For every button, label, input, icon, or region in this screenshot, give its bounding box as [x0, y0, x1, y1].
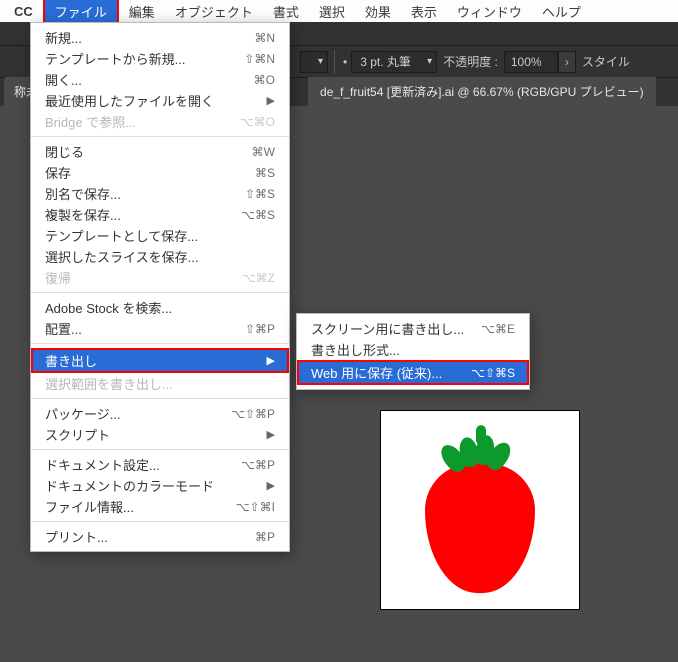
- file-menu-item[interactable]: 開く...⌘O: [31, 69, 289, 90]
- document-tab[interactable]: de_f_fruit54 [更新済み].ai @ 66.67% (RGB/GPU…: [308, 77, 656, 106]
- file-menu-item[interactable]: 複製を保存...⌥⌘S: [31, 204, 289, 225]
- export-menu-item[interactable]: 書き出し形式...: [297, 339, 529, 360]
- menu-item-label: スクリーン用に書き出し...: [311, 319, 481, 338]
- menu-item-label: 最近使用したファイルを開く: [45, 91, 261, 110]
- file-menu-item[interactable]: プリント...⌘P: [31, 526, 289, 547]
- menu-item-label: テンプレートとして保存...: [45, 226, 275, 245]
- brush-dd[interactable]: 3 pt. 丸筆: [351, 51, 437, 73]
- menu-shortcut: ⌥⌘Z: [242, 271, 275, 285]
- menu-item-label: Bridge で参照...: [45, 112, 240, 131]
- menu-item-label: 開く...: [45, 70, 254, 89]
- menu-item-label: 閉じる: [45, 142, 252, 161]
- menu-window[interactable]: ウィンドウ: [447, 0, 532, 23]
- menu-shortcut: ⇧⌘S: [245, 187, 275, 201]
- menu-shortcut: ⇧⌘P: [245, 322, 275, 336]
- file-menu-item[interactable]: テンプレートから新規...⇧⌘N: [31, 48, 289, 69]
- menu-shortcut: ⌥⇧⌘P: [231, 407, 275, 421]
- menu-shortcut: ⌘S: [255, 166, 275, 180]
- app-badge: CC: [4, 2, 43, 21]
- menu-item-label: 別名で保存...: [45, 184, 245, 203]
- menu-item-label: ドキュメント設定...: [45, 455, 241, 474]
- menu-shortcut: ⇧⌘N: [244, 52, 275, 66]
- file-menu-item[interactable]: ドキュメント設定...⌥⌘P: [31, 454, 289, 475]
- menu-shortcut: ⌥⌘O: [240, 115, 275, 129]
- file-menu-item[interactable]: 閉じる⌘W: [31, 141, 289, 162]
- menu-object[interactable]: オブジェクト: [165, 0, 263, 23]
- file-menu-item: 復帰⌥⌘Z: [31, 267, 289, 288]
- menu-item-label: スクリプト: [45, 425, 261, 444]
- menu-effect[interactable]: 効果: [355, 0, 401, 23]
- file-menu-item[interactable]: パッケージ...⌥⇧⌘P: [31, 403, 289, 424]
- file-menu-item[interactable]: ファイル情報...⌥⇧⌘I: [31, 496, 289, 517]
- menu-item-label: パッケージ...: [45, 404, 231, 423]
- submenu-arrow-icon: ▶: [267, 428, 275, 441]
- file-dropdown: 新規...⌘Nテンプレートから新規...⇧⌘N開く...⌘O最近使用したファイル…: [30, 22, 290, 552]
- menu-item-label: 書き出し: [45, 351, 261, 370]
- menu-shortcut: ⌘O: [254, 73, 275, 87]
- menu-help[interactable]: ヘルプ: [532, 0, 591, 23]
- menu-item-label: Web 用に保存 (従来)...: [311, 363, 471, 382]
- menu-shortcut: ⌘W: [252, 145, 275, 159]
- file-menu-item: 選択範囲を書き出し...: [31, 373, 289, 394]
- menu-item-label: 配置...: [45, 319, 245, 338]
- file-menu-item[interactable]: 書き出し ▶: [31, 348, 289, 373]
- file-menu-item[interactable]: 配置...⇧⌘P: [31, 318, 289, 339]
- stroke-color-dd[interactable]: [300, 51, 328, 73]
- menu-shortcut: ⌥⇧⌘I: [236, 500, 275, 514]
- submenu-arrow-icon: ▶: [267, 94, 275, 107]
- style-label: スタイル: [582, 53, 630, 70]
- menu-item-label: 新規...: [45, 28, 254, 47]
- file-menu-item[interactable]: ドキュメントのカラーモード ▶: [31, 475, 289, 496]
- opacity-value[interactable]: 100%: [504, 51, 558, 73]
- file-menu-item[interactable]: 新規...⌘N: [31, 27, 289, 48]
- menu-item-label: 書き出し形式...: [311, 340, 515, 359]
- menu-item-label: Adobe Stock を検索...: [45, 298, 275, 317]
- file-menu-item: Bridge で参照...⌥⌘O: [31, 111, 289, 132]
- menu-item-label: テンプレートから新規...: [45, 49, 244, 68]
- menu-item-label: 復帰: [45, 268, 242, 287]
- menu-item-label: 保存: [45, 163, 255, 182]
- menu-item-label: 複製を保存...: [45, 205, 241, 224]
- menu-shortcut: ⌥⌘P: [241, 458, 275, 472]
- file-menu-item[interactable]: 最近使用したファイルを開く ▶: [31, 90, 289, 111]
- export-menu-item[interactable]: Web 用に保存 (従来)...⌥⇧⌘S: [297, 360, 529, 385]
- menu-type[interactable]: 書式: [263, 0, 309, 23]
- menu-shortcut: ⌥⇧⌘S: [471, 366, 515, 380]
- export-menu-item[interactable]: スクリーン用に書き出し...⌥⌘E: [297, 318, 529, 339]
- menu-item-label: 選択範囲を書き出し...: [45, 374, 275, 393]
- submenu-arrow-icon: ▶: [267, 479, 275, 492]
- menu-select[interactable]: 選択: [309, 0, 355, 23]
- export-submenu: スクリーン用に書き出し...⌥⌘E書き出し形式...Web 用に保存 (従来).…: [296, 313, 530, 390]
- file-menu-item[interactable]: 保存⌘S: [31, 162, 289, 183]
- file-menu-item[interactable]: スクリプト ▶: [31, 424, 289, 445]
- menu-item-label: プリント...: [45, 527, 255, 546]
- canvas-artboard[interactable]: [380, 410, 580, 610]
- menu-view[interactable]: 表示: [401, 0, 447, 23]
- menu-edit[interactable]: 編集: [119, 0, 165, 23]
- menu-item-label: 選択したスライスを保存...: [45, 247, 275, 266]
- menu-shortcut: ⌥⌘E: [481, 322, 515, 336]
- menu-file[interactable]: ファイル: [43, 0, 119, 25]
- opacity-label: 不透明度 :: [443, 53, 498, 70]
- menu-shortcut: ⌥⌘S: [241, 208, 275, 222]
- menu-shortcut: ⌘N: [254, 31, 275, 45]
- submenu-arrow-icon: ▶: [267, 354, 275, 367]
- menu-item-label: ドキュメントのカラーモード: [45, 476, 261, 495]
- os-menu-bar: CC ファイル 編集 オブジェクト 書式 選択 効果 表示 ウィンドウ ヘルプ: [0, 0, 678, 22]
- strawberry-artwork: [425, 439, 535, 593]
- opacity-more[interactable]: ›: [558, 51, 576, 73]
- menu-item-label: ファイル情報...: [45, 497, 236, 516]
- file-menu-item[interactable]: 別名で保存...⇧⌘S: [31, 183, 289, 204]
- menu-shortcut: ⌘P: [255, 530, 275, 544]
- file-menu-item[interactable]: 選択したスライスを保存...: [31, 246, 289, 267]
- file-menu-item[interactable]: Adobe Stock を検索...: [31, 297, 289, 318]
- file-menu-item[interactable]: テンプレートとして保存...: [31, 225, 289, 246]
